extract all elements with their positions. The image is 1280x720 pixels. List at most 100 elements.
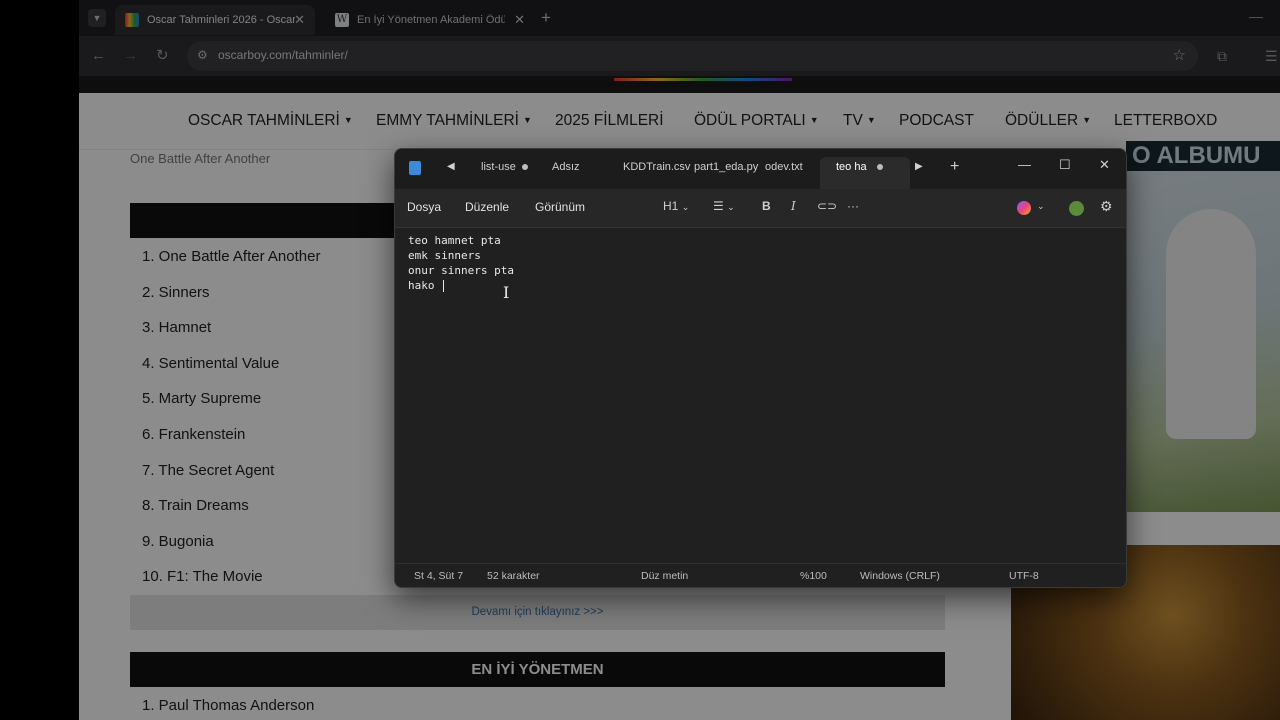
dropdown-caret-icon: ▼	[522, 115, 532, 125]
poster-title: O ALBUMU	[1126, 141, 1280, 171]
reload-icon[interactable]: ↻	[156, 46, 169, 66]
mouse-ibeam-cursor-icon: I	[503, 283, 510, 302]
unsaved-dot-icon	[877, 164, 883, 170]
nav-label: 2025 FİLMLERİ	[555, 112, 664, 129]
film-poster-image[interactable]: O ALBUMU	[1126, 141, 1280, 512]
nav-tv[interactable]: TV ▼	[843, 112, 876, 130]
new-tab-icon[interactable]: +	[950, 158, 959, 176]
list-item[interactable]: 3. Hamnet	[142, 319, 211, 336]
notepad-tab[interactable]: KDDTrain.csv	[623, 161, 690, 173]
tab-title: En İyi Yönetmen Akademi Ödülü	[357, 14, 505, 26]
new-tab-icon[interactable]: +	[541, 8, 551, 28]
editor-line: onur sinners pta	[408, 264, 514, 277]
list-item[interactable]: 1. Paul Thomas Anderson	[142, 697, 314, 714]
browser-toolbar: ← → ↻ ⚙ oscarboy.com/tahminler/ ☆ ⧉ ☰	[79, 36, 1280, 76]
encoding[interactable]: UTF-8	[1009, 570, 1039, 582]
url-text: oscarboy.com/tahminler/	[218, 48, 348, 62]
browser-tab-strip: ▼ Oscar Tahminleri 2026 - Oscar B ✕ W En…	[79, 0, 1280, 36]
nav-label: OSCAR TAHMİNLERİ	[188, 112, 340, 129]
copilot-icon[interactable]	[1017, 201, 1031, 215]
cursor-position: St 4, Süt 7	[414, 570, 464, 582]
menu-view[interactable]: Görünüm	[535, 200, 585, 214]
site-info-icon[interactable]: ⚙	[197, 48, 208, 62]
notepad-tab[interactable]: list-use	[481, 161, 516, 173]
char-count: 52 karakter	[487, 570, 540, 582]
list-item[interactable]: 2. Sinners	[142, 284, 210, 301]
nav-odul-portali[interactable]: ÖDÜL PORTALI ▼	[694, 112, 819, 130]
more-link[interactable]: Devamı için tıklayınız >>>	[130, 595, 945, 630]
list-icon: ☰	[713, 199, 724, 213]
list-item[interactable]: 9. Bugonia	[142, 533, 214, 550]
oscarboy-favicon-icon	[125, 13, 139, 27]
maximize-icon[interactable]: ☐	[1059, 157, 1071, 173]
menu-edit[interactable]: Düzenle	[465, 200, 509, 214]
more-options-icon[interactable]: ···	[847, 199, 859, 213]
chevron-down-icon: ⌄	[727, 202, 735, 212]
chevron-down-icon: ⌄	[681, 202, 690, 212]
settings-gear-icon[interactable]: ⚙	[1100, 198, 1113, 215]
notepad-menubar: Dosya Düzenle Görünüm H1 ⌄ ☰ ⌄ B I ⊂⊃ ··…	[395, 189, 1126, 228]
dropdown-caret-icon: ▼	[1082, 115, 1092, 125]
editor-line-text: hako	[408, 279, 442, 292]
close-tab-icon[interactable]: ✕	[514, 12, 525, 28]
text-format[interactable]: Düz metin	[641, 570, 688, 582]
menu-file[interactable]: Dosya	[407, 200, 441, 214]
zoom-level[interactable]: %100	[800, 570, 827, 582]
menu-icon[interactable]: ☰	[1265, 46, 1278, 66]
list-format-button[interactable]: ☰ ⌄	[713, 199, 735, 213]
site-navigation: OSCAR TAHMİNLERİ ▼ EMMY TAHMİNLERİ ▼ 2025 …	[79, 93, 1280, 150]
notepad-tab[interactable]: odev.txt	[765, 161, 803, 173]
nav-emmy-tahminleri[interactable]: EMMY TAHMİNLERİ ▼	[376, 112, 532, 130]
nav-podcast[interactable]: PODCAST	[899, 112, 974, 130]
heading-select-value: H1	[663, 199, 679, 213]
list-item[interactable]: 7. The Secret Agent	[142, 462, 274, 479]
nav-oduller[interactable]: ÖDÜLLER ▼	[1005, 112, 1091, 130]
notepad-tab[interactable]: Adsız	[552, 161, 580, 173]
status-bar: St 4, Süt 7 52 karakter Düz metin %100 W…	[395, 563, 1126, 587]
back-icon[interactable]: ←	[91, 46, 106, 66]
scroll-tabs-left-icon[interactable]: ◀	[447, 161, 455, 172]
heading-select[interactable]: H1 ⌄	[663, 199, 689, 213]
list-item[interactable]: 10. F1: The Movie	[142, 568, 263, 585]
browser-tab-oscar[interactable]: Oscar Tahminleri 2026 - Oscar B ✕	[115, 5, 315, 35]
nav-label: EMMY TAHMİNLERİ	[376, 112, 519, 129]
forward-icon[interactable]: →	[123, 46, 138, 66]
breadcrumb[interactable]: One Battle After Another	[130, 151, 270, 166]
close-tab-icon[interactable]: ✕	[294, 12, 305, 28]
nav-oscar-tahminleri[interactable]: OSCAR TAHMİNLERİ ▼	[188, 112, 353, 130]
bookmark-star-icon[interactable]: ☆	[1173, 46, 1186, 64]
nav-letterboxd[interactable]: LETTERBOXD	[1114, 112, 1217, 130]
list-item[interactable]: 1. One Battle After Another	[142, 248, 320, 265]
list-item[interactable]: 6. Frankenstein	[142, 426, 245, 443]
minimize-icon[interactable]: —	[1018, 157, 1031, 172]
address-bar[interactable]: ⚙ oscarboy.com/tahminler/ ☆	[187, 41, 1198, 71]
scroll-tabs-right-icon[interactable]: ▶	[915, 161, 923, 172]
minimize-window-icon[interactable]: —	[1249, 8, 1263, 24]
browser-tab-director[interactable]: W En İyi Yönetmen Akademi Ödülü ✕	[325, 5, 535, 35]
line-ending[interactable]: Windows (CRLF)	[860, 570, 940, 582]
nav-label: ÖDÜL PORTALI	[694, 112, 806, 129]
italic-icon[interactable]: I	[791, 199, 796, 213]
tab-search-button[interactable]: ▼	[88, 9, 106, 27]
rainbow-strip	[614, 78, 792, 81]
dropdown-caret-icon: ▼	[343, 115, 353, 125]
list-item[interactable]: 4. Sentimental Value	[142, 355, 279, 372]
text-caret	[443, 280, 445, 292]
list-item[interactable]: 8. Train Dreams	[142, 497, 249, 514]
dropdown-caret-icon: ▼	[866, 115, 876, 125]
bold-icon[interactable]: B	[762, 199, 771, 213]
notepad-tab-active[interactable]: teo ha	[836, 161, 867, 173]
nav-label: ÖDÜLLER	[1005, 112, 1079, 129]
extensions-icon[interactable]: ⧉	[1217, 46, 1227, 66]
text-editor[interactable]: teo hamnet pta emk sinners onur sinners …	[408, 227, 1108, 563]
list-item[interactable]: 5. Marty Supreme	[142, 390, 261, 407]
unsaved-dot-icon	[522, 164, 528, 170]
chevron-down-icon[interactable]: ⌄	[1037, 201, 1045, 212]
notepad-tab[interactable]: part1_eda.py	[694, 161, 758, 173]
link-icon[interactable]: ⊂⊃	[817, 199, 837, 213]
close-window-icon[interactable]: ✕	[1099, 157, 1110, 173]
nav-label: TV	[843, 112, 863, 129]
nav-2025-filmleri[interactable]: 2025 FİLMLERİ	[555, 112, 664, 130]
avatar[interactable]	[1069, 201, 1084, 216]
nav-label: LETTERBOXD	[1114, 112, 1218, 129]
